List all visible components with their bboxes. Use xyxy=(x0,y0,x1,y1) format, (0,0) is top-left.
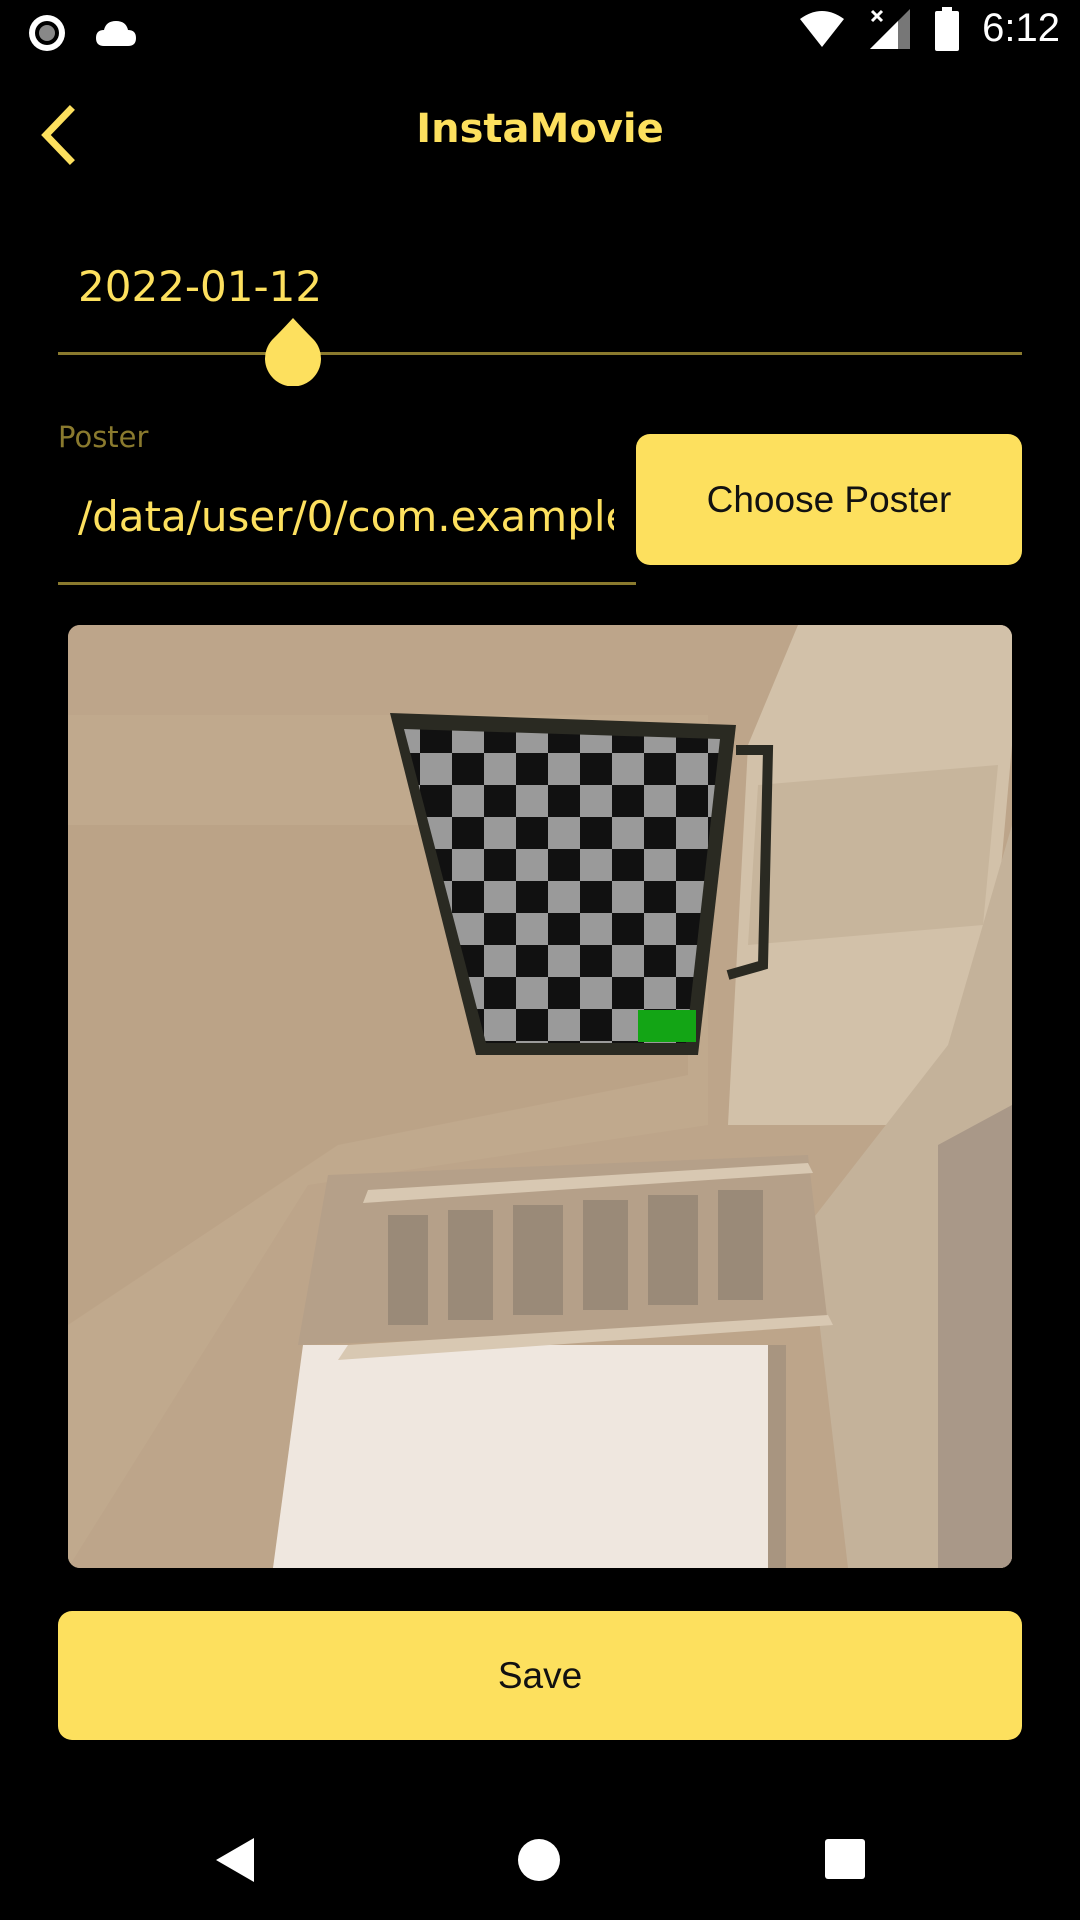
date-slider-thumb[interactable] xyxy=(264,318,322,387)
record-icon xyxy=(29,15,65,51)
slider-thumb-icon xyxy=(265,318,321,387)
choose-poster-button[interactable]: Choose Poster xyxy=(636,434,1022,565)
signal-icon xyxy=(870,8,911,49)
poster-field-label: Poster xyxy=(58,420,149,454)
wifi-icon xyxy=(800,10,845,47)
save-button[interactable]: Save xyxy=(58,1611,1022,1740)
nav-home-button[interactable] xyxy=(517,1838,561,1886)
status-right-icons: 6:12 xyxy=(798,6,1060,51)
date-slider-track[interactable] xyxy=(58,352,1022,355)
status-bar: 6:12 xyxy=(0,0,1080,64)
system-nav-bar xyxy=(0,1800,1080,1920)
nav-back-button[interactable] xyxy=(214,1836,256,1888)
date-value-label: 2022-01-12 xyxy=(78,262,323,311)
status-time: 6:12 xyxy=(982,6,1060,50)
nav-back-icon xyxy=(216,1838,254,1882)
battery-icon xyxy=(935,6,960,51)
page-title: InstaMovie xyxy=(416,106,664,152)
poster-preview-image xyxy=(68,625,1012,1568)
nav-recents-icon xyxy=(825,1839,865,1879)
nav-home-icon xyxy=(518,1839,560,1881)
poster-field-underline xyxy=(58,582,636,585)
app-bar: InstaMovie xyxy=(0,80,1080,190)
nav-recents-button[interactable] xyxy=(824,1838,866,1884)
status-left-icons xyxy=(26,12,138,54)
poster-path-field[interactable]: /data/user/0/com.example xyxy=(78,492,614,541)
cloud-icon xyxy=(96,21,136,46)
